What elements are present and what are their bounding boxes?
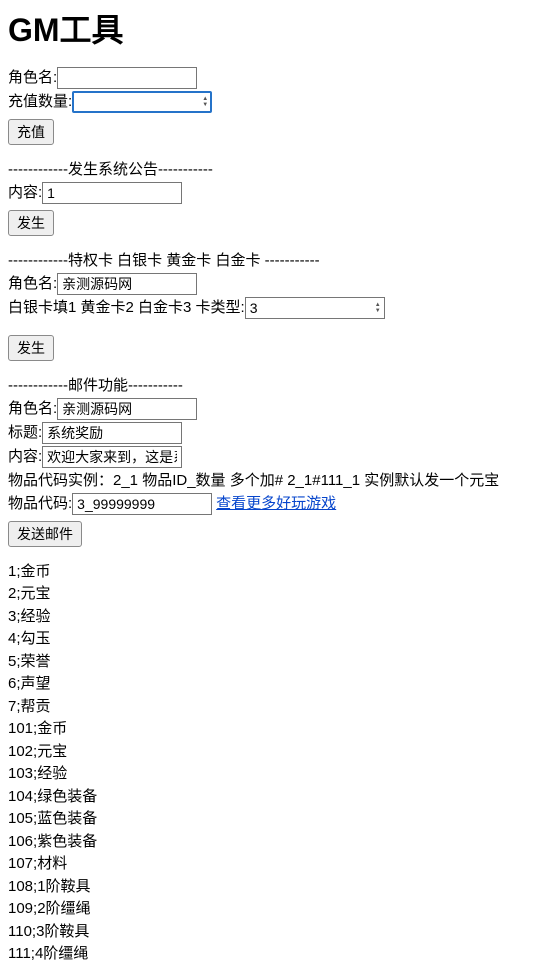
card-role-label: 角色名:	[8, 273, 57, 294]
recharge-amount-input[interactable]	[72, 91, 212, 113]
list-item: 109;2阶缰绳	[8, 898, 546, 921]
send-mail-button[interactable]: 发送邮件	[8, 521, 82, 547]
list-item: 5;荣誉	[8, 651, 546, 674]
list-item: 105;蓝色装备	[8, 808, 546, 831]
list-item: 106;紫色装备	[8, 831, 546, 854]
list-item: 102;元宝	[8, 741, 546, 764]
list-item: 2;元宝	[8, 583, 546, 606]
list-item: 3;经验	[8, 606, 546, 629]
mail-role-input[interactable]	[57, 398, 197, 420]
mail-divider: ------------邮件功能-----------	[8, 375, 546, 396]
spinner-icon[interactable]: ▲▼	[202, 96, 208, 108]
list-item: 107;材料	[8, 853, 546, 876]
card-role-input[interactable]	[57, 273, 197, 295]
card-type-label: 白银卡填1 黄金卡2 白金卡3 卡类型:	[8, 297, 245, 318]
spinner-icon[interactable]: ▲▼	[375, 302, 381, 314]
mail-content-input[interactable]	[42, 446, 182, 468]
announce-content-label: 内容:	[8, 182, 42, 203]
mail-content-label: 内容:	[8, 446, 42, 467]
mail-code-example: 物品代码实例：2_1 物品ID_数量 多个加# 2_1#111_1 实例默认发一…	[8, 470, 499, 491]
mail-code-input[interactable]	[72, 493, 212, 515]
list-item: 4;勾玉	[8, 628, 546, 651]
mail-role-label: 角色名:	[8, 398, 57, 419]
list-item: 104;绿色装备	[8, 786, 546, 809]
list-item: 103;经验	[8, 763, 546, 786]
list-item: 6;声望	[8, 673, 546, 696]
mail-code-label: 物品代码:	[8, 493, 72, 514]
list-item: 101;金币	[8, 718, 546, 741]
card-divider: ------------特权卡 白银卡 黄金卡 白金卡 -----------	[8, 250, 546, 271]
mail-title-input[interactable]	[42, 422, 182, 444]
recharge-role-label: 角色名:	[8, 67, 57, 88]
recharge-button[interactable]: 充值	[8, 119, 54, 145]
list-item: 7;帮贡	[8, 696, 546, 719]
more-games-link[interactable]: 查看更多好玩游戏	[216, 493, 336, 514]
announce-divider: ------------发生系统公告-----------	[8, 159, 546, 180]
card-type-input[interactable]	[245, 297, 385, 319]
list-item: 111;4阶缰绳	[8, 943, 546, 966]
announce-content-input[interactable]	[42, 182, 182, 204]
card-button[interactable]: 发生	[8, 335, 54, 361]
item-code-list: 1;金币2;元宝3;经验4;勾玉5;荣誉6;声望7;帮贡101;金币102;元宝…	[8, 561, 546, 966]
recharge-amount-label: 充值数量:	[8, 91, 72, 112]
mail-title-label: 标题:	[8, 422, 42, 443]
list-item: 110;3阶鞍具	[8, 921, 546, 944]
announce-button[interactable]: 发生	[8, 210, 54, 236]
list-item: 1;金币	[8, 561, 546, 584]
recharge-role-input[interactable]	[57, 67, 197, 89]
list-item: 108;1阶鞍具	[8, 876, 546, 899]
page-title: GM工具	[8, 8, 546, 53]
